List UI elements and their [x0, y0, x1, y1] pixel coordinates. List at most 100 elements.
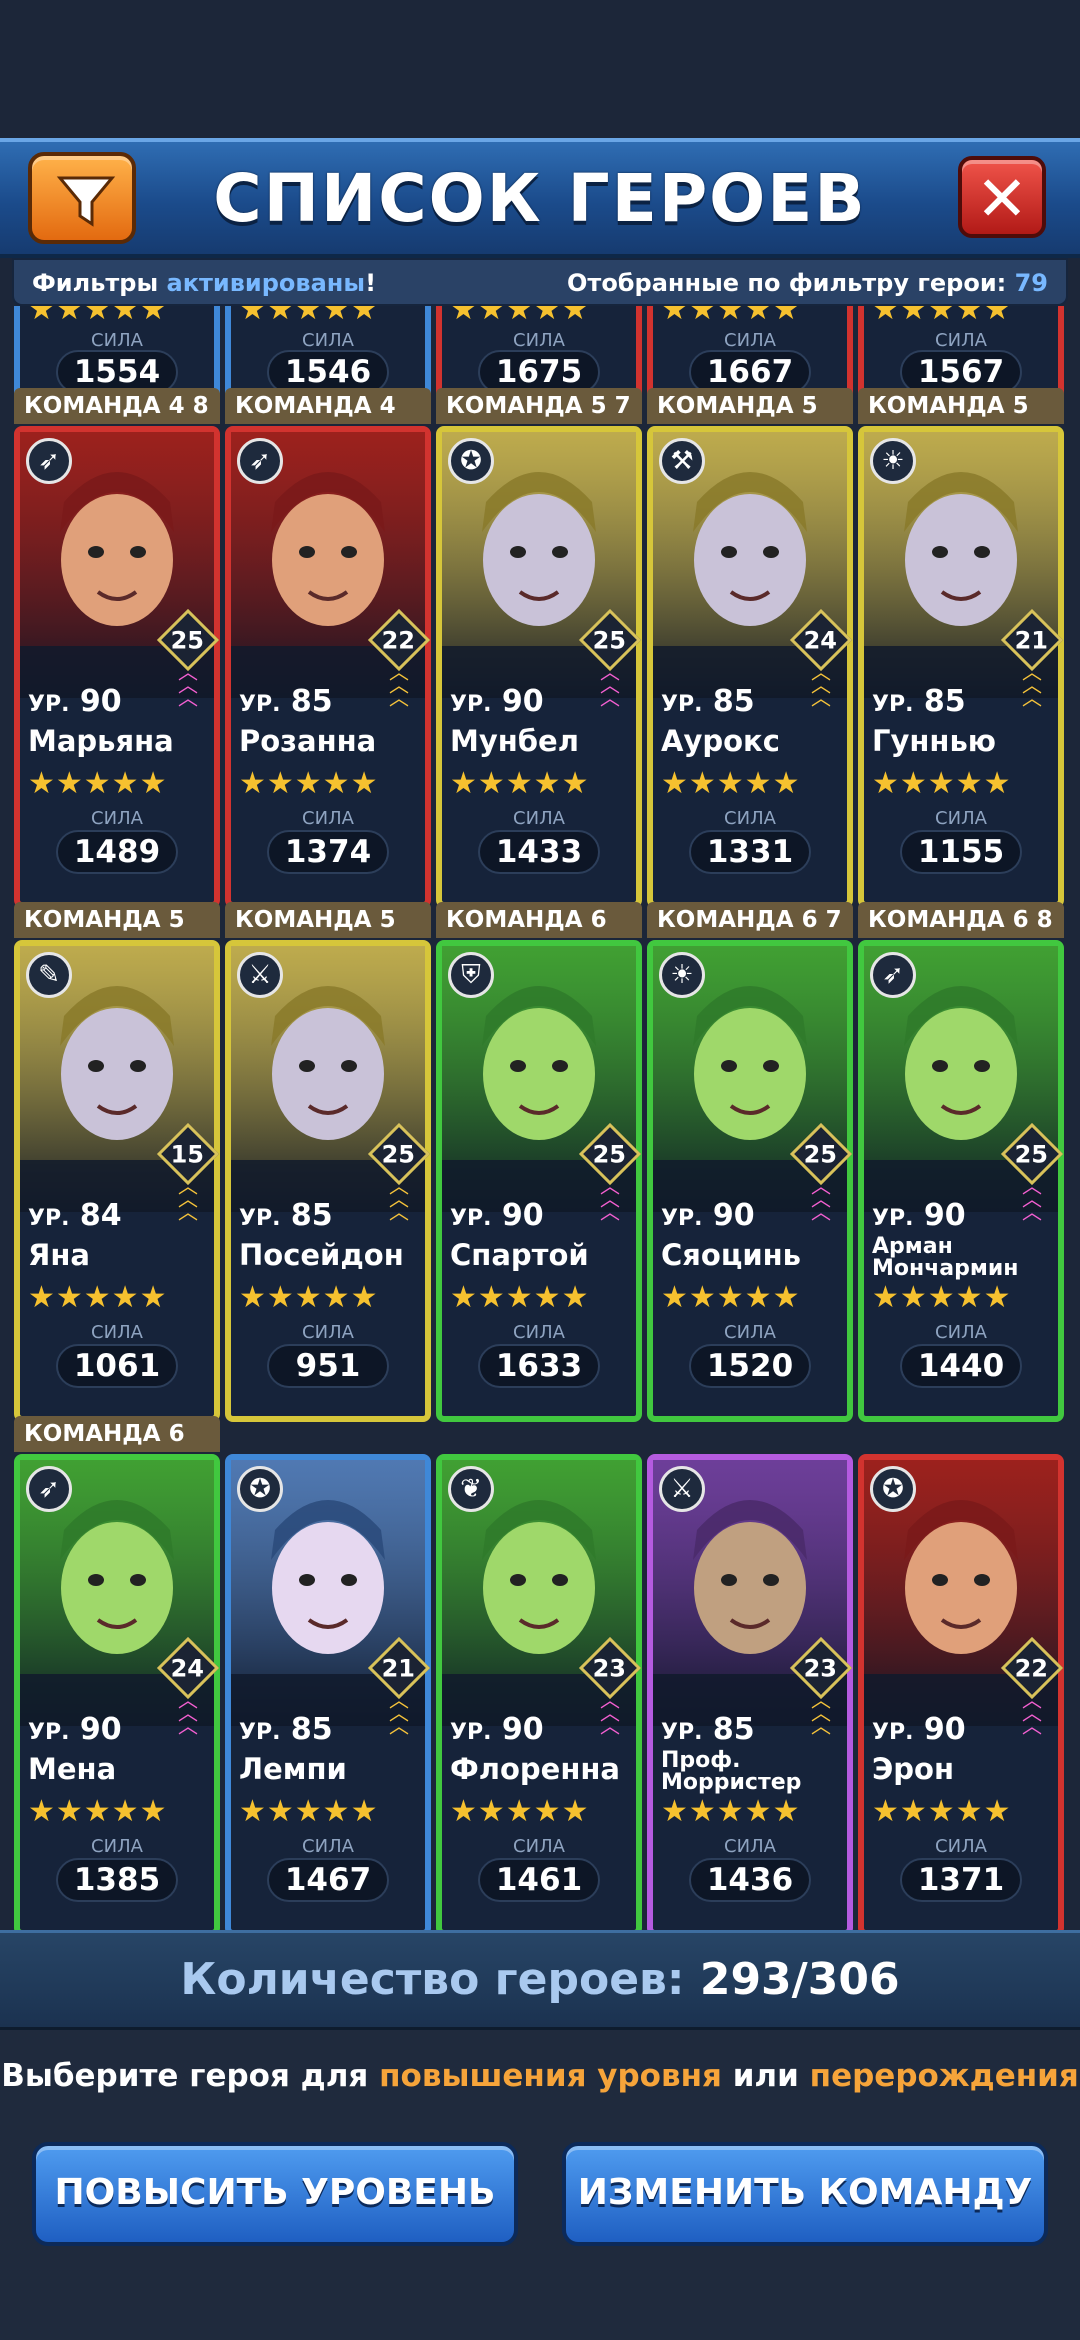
- level-prefix: УР.: [239, 692, 281, 717]
- level-value: 90: [79, 684, 122, 719]
- sun-icon: ☀: [659, 952, 705, 998]
- star-rating: ★★★★★: [239, 306, 379, 327]
- close-icon: ✕: [976, 162, 1028, 235]
- hero-card[interactable]: ✎ 15 ︿ ︿ ︿ УР. 84 Яна ★★★★★ СИЛА 1061: [14, 940, 220, 1422]
- hero-card[interactable]: ☀ 21 ︿ ︿ ︿ УР. 85 Гуннью ★★★★★ СИЛА 1155: [858, 426, 1064, 908]
- hero-card[interactable]: ☀ 25 ︿ ︿ ︿ УР. 90 Сяоцинь ★★★★★ СИЛА 1520: [647, 940, 853, 1422]
- hero-card[interactable]: ➶ 22 ︿ ︿ ︿ УР. 85 Розанна ★★★★★ СИЛА 1374: [225, 426, 431, 908]
- hero-card[interactable]: ⚒ 24 ︿ ︿ ︿ УР. 85 Аурокс ★★★★★ СИЛА 1331: [647, 426, 853, 908]
- funnel-icon: [56, 176, 116, 227]
- star-rating: ★★★★★: [28, 766, 168, 801]
- hero-name: Марьяна: [28, 724, 174, 758]
- rank-value: 25: [592, 626, 626, 655]
- filter-status-suffix: !: [365, 269, 377, 297]
- power-label: СИЛА: [513, 330, 565, 351]
- rank-chevrons: ︿ ︿ ︿: [811, 660, 831, 710]
- power-label: СИЛА: [513, 808, 565, 829]
- team-label: КОМАНДА 5: [647, 388, 853, 424]
- rank-chevrons: ︿ ︿ ︿: [1022, 660, 1042, 710]
- power-label: СИЛА: [302, 330, 354, 351]
- level-value: 90: [712, 1198, 755, 1233]
- star-rating: ★★★★★: [450, 1280, 590, 1315]
- power-label: СИЛА: [935, 1322, 987, 1343]
- power-label: СИЛА: [91, 1322, 143, 1343]
- level-value: 85: [290, 684, 333, 719]
- hero-level: УР. 90: [28, 684, 122, 719]
- bow-icon: ➶: [870, 952, 916, 998]
- hero-card[interactable]: ✪ 21 ︿ ︿ ︿ УР. 85 Лемпи ★★★★★ СИЛА 1467: [225, 1454, 431, 1930]
- level-prefix: УР.: [872, 1720, 914, 1745]
- hero-count-text: Количество героев:: [180, 1954, 685, 2005]
- star-rating: ★★★★★: [28, 1280, 168, 1315]
- star-rating: ★★★★★: [28, 1794, 168, 1829]
- hero-card[interactable]: ➶ 25 ︿ ︿ ︿ УР. 90 Марьяна ★★★★★ СИЛА 1489: [14, 426, 220, 908]
- rank-value: 22: [1014, 1654, 1048, 1683]
- level-value: 90: [79, 1712, 122, 1747]
- power-value: 1467: [267, 1858, 389, 1902]
- rank-chevrons: ︿ ︿ ︿: [1022, 1174, 1042, 1224]
- power-value: 1385: [56, 1858, 178, 1902]
- hero-card[interactable]: ➶ 25 ︿ ︿ ︿ УР. 90 Арман Мончармин ★★★★★ СИЛА 1440: [858, 940, 1064, 1422]
- book-icon: ✎: [26, 952, 72, 998]
- level-prefix: УР.: [661, 692, 703, 717]
- level-prefix: УР.: [450, 1720, 492, 1745]
- rank-value: 23: [592, 1654, 626, 1683]
- hero-card[interactable]: ⚔ 25 ︿ ︿ ︿ УР. 85 Посейдон ★★★★★ СИЛА 951: [225, 940, 431, 1422]
- rank-value: 24: [170, 1654, 204, 1683]
- rank-chevrons: ︿ ︿ ︿: [600, 660, 620, 710]
- hero-name: Мена: [28, 1752, 117, 1786]
- filtered-count-value: 79: [1014, 269, 1048, 297]
- power-value: 1633: [478, 1344, 600, 1388]
- level-value: 85: [290, 1712, 333, 1747]
- power-label: СИЛА: [302, 1836, 354, 1857]
- star-rating: ★★★★★: [450, 766, 590, 801]
- filtered-count-label: Отобранные по фильтру герои:: [567, 269, 1007, 297]
- team-label: КОМАНДА 4 8: [14, 388, 220, 424]
- power-value: 1155: [900, 830, 1022, 874]
- power-label: СИЛА: [724, 1836, 776, 1857]
- hero-count-bar: Количество героев: 293/306: [0, 1930, 1080, 2030]
- level-value: 90: [501, 684, 544, 719]
- hero-card[interactable]: ⛨ 25 ︿ ︿ ︿ УР. 90 Спартой ★★★★★ СИЛА 1633: [436, 940, 642, 1422]
- filter-button[interactable]: [28, 152, 136, 244]
- hero-card[interactable]: ➶ 24 ︿ ︿ ︿ УР. 90 Мена ★★★★★ СИЛА 1385: [14, 1454, 220, 1930]
- hero-grid[interactable]: ★★★★★ СИЛА 1554 ★★★★★ СИЛА 1546 ★★★★★ СИЛА 1675 ★…: [14, 306, 1066, 1930]
- star-rating: ★★★★★: [239, 1794, 379, 1829]
- star-rating: ★★★★★: [28, 306, 168, 327]
- shield-icon: ⛨: [448, 952, 494, 998]
- level-value: 84: [79, 1198, 122, 1233]
- hero-card[interactable]: ❦ 23 ︿ ︿ ︿ УР. 90 Флоренна ★★★★★ СИЛА 1461: [436, 1454, 642, 1930]
- level-up-button[interactable]: ПОВЫСИТЬ УРОВЕНЬ: [32, 2142, 518, 2246]
- level-prefix: УР.: [872, 1206, 914, 1231]
- hero-level: УР. 85: [872, 684, 966, 719]
- power-label: СИЛА: [724, 330, 776, 351]
- change-team-button[interactable]: ИЗМЕНИТЬ КОМАНДУ: [562, 2142, 1048, 2246]
- hero-card[interactable]: ✪ 25 ︿ ︿ ︿ УР. 90 Мунбел ★★★★★ СИЛА 1433: [436, 426, 642, 908]
- star-rating: ★★★★★: [872, 306, 1012, 327]
- power-value: 1461: [478, 1858, 600, 1902]
- swords-icon: ⚔: [237, 952, 283, 998]
- hero-card[interactable]: ✪ 22 ︿ ︿ ︿ УР. 90 Эрон ★★★★★ СИЛА 1371: [858, 1454, 1064, 1930]
- hint-prefix: Выберите героя для: [1, 2058, 369, 2094]
- power-label: СИЛА: [91, 808, 143, 829]
- filter-status-prefix: Фильтры: [32, 269, 159, 297]
- hero-level: УР. 85: [661, 684, 755, 719]
- level-value: 85: [290, 1198, 333, 1233]
- star-rating: ★★★★★: [450, 306, 590, 327]
- team-label: КОМАНДА 6: [14, 1416, 220, 1452]
- hero-level: УР. 90: [661, 1198, 755, 1233]
- rank-chevrons: ︿ ︿ ︿: [389, 1688, 409, 1738]
- rank-value: 23: [803, 1654, 837, 1683]
- star-rating: ★★★★★: [661, 1280, 801, 1315]
- hero-card[interactable]: ⚔ 23 ︿ ︿ ︿ УР. 85 Проф. Морристер ★★★★★ СИЛА 1436: [647, 1454, 853, 1930]
- star-rating: ★★★★★: [450, 1794, 590, 1829]
- rank-value: 25: [381, 1140, 415, 1169]
- power-value: 1436: [689, 1858, 811, 1902]
- filter-status-bar: Фильтры активированы! Отобранные по филь…: [12, 258, 1068, 306]
- swords-icon: ⚔: [659, 1466, 705, 1512]
- power-value: 1520: [689, 1344, 811, 1388]
- rank-chevrons: ︿ ︿ ︿: [1022, 1688, 1042, 1738]
- rank-value: 25: [803, 1140, 837, 1169]
- close-button[interactable]: ✕: [958, 156, 1046, 238]
- hero-level: УР. 90: [28, 1712, 122, 1747]
